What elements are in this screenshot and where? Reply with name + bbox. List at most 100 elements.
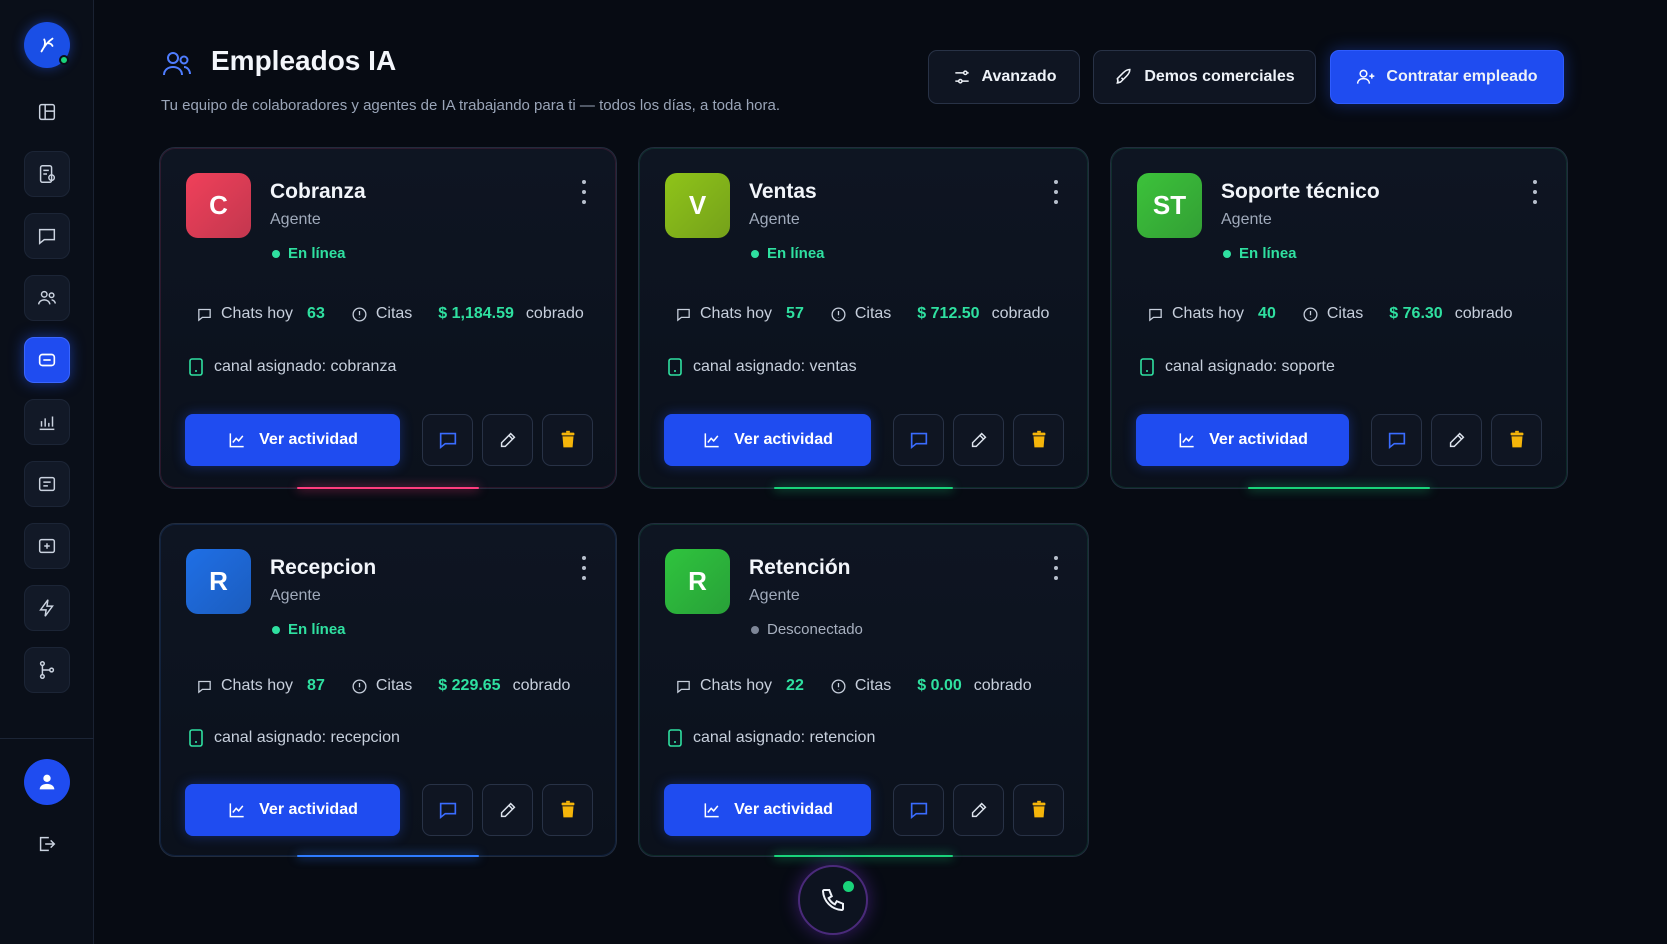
user-avatar[interactable] bbox=[24, 759, 70, 805]
card-menu-button[interactable] bbox=[1052, 180, 1060, 204]
chats-today-label: Chats hoy bbox=[1172, 305, 1245, 322]
chats-today-count: 63 bbox=[307, 305, 325, 322]
assigned-channel: canal asignado: soporte bbox=[1139, 358, 1335, 376]
nav-analytics[interactable] bbox=[24, 399, 70, 445]
nav-flows[interactable] bbox=[24, 647, 70, 693]
view-activity-button[interactable]: Ver actividad bbox=[185, 414, 400, 466]
edit-button[interactable] bbox=[953, 784, 1004, 836]
view-activity-button[interactable]: Ver actividad bbox=[664, 414, 871, 466]
appointments-label: Citas bbox=[854, 305, 892, 322]
collected-label: cobrado bbox=[973, 677, 1032, 694]
message-button[interactable] bbox=[422, 414, 473, 466]
info-circle-icon bbox=[831, 306, 846, 322]
employee-status: En línea bbox=[1223, 245, 1297, 262]
chat-icon bbox=[38, 228, 56, 245]
card-menu-button[interactable] bbox=[580, 180, 588, 204]
trash-icon bbox=[1510, 430, 1523, 448]
employee-name: Ventas bbox=[749, 180, 817, 203]
chats-today-label: Chats hoy bbox=[700, 305, 773, 322]
demos-button[interactable]: Demos comerciales bbox=[1093, 50, 1316, 104]
phone-device-icon bbox=[1140, 358, 1154, 376]
chats-today-label: Chats hoy bbox=[700, 677, 773, 694]
pencil-icon bbox=[1449, 432, 1464, 448]
status-dot bbox=[272, 249, 280, 258]
view-activity-label: Ver actividad bbox=[259, 801, 358, 818]
view-activity-button[interactable]: Ver actividad bbox=[664, 784, 871, 836]
hire-employee-button-label: Contratar empleado bbox=[1386, 68, 1538, 85]
employee-name: Soporte técnico bbox=[1221, 180, 1380, 203]
employee-avatar: ST bbox=[1137, 173, 1202, 238]
nav-dashboard[interactable] bbox=[24, 89, 70, 135]
nav-automations[interactable] bbox=[24, 585, 70, 631]
employee-stats: Chats hoy 87 Citas $ 229.65 cobrado bbox=[196, 677, 570, 695]
employee-stats: Chats hoy 63 Citas $ 1,184.59 cobrado bbox=[196, 305, 584, 323]
collected-label: cobrado bbox=[1454, 305, 1513, 322]
nav-contacts[interactable] bbox=[24, 275, 70, 321]
card-menu-button[interactable] bbox=[1531, 180, 1539, 204]
view-activity-button[interactable]: Ver actividad bbox=[185, 784, 400, 836]
info-circle-icon bbox=[352, 306, 367, 322]
assigned-channel: canal asignado: cobranza bbox=[188, 358, 396, 376]
card-menu-button[interactable] bbox=[580, 556, 588, 580]
employee-card: ST Soporte técnico Agente En línea Chats… bbox=[1110, 147, 1568, 489]
employee-status: En línea bbox=[272, 621, 346, 638]
chats-today-label: Chats hoy bbox=[221, 677, 294, 694]
call-button[interactable] bbox=[798, 865, 868, 935]
delete-button[interactable] bbox=[1491, 414, 1542, 466]
nav-add[interactable] bbox=[24, 523, 70, 569]
message-icon bbox=[439, 802, 456, 820]
sidebar bbox=[0, 0, 94, 944]
delete-button[interactable] bbox=[542, 414, 593, 466]
message-button[interactable] bbox=[1371, 414, 1422, 466]
status-dot bbox=[751, 249, 759, 258]
add-user-icon bbox=[1357, 69, 1375, 84]
delete-button[interactable] bbox=[1013, 784, 1064, 836]
message-button[interactable] bbox=[893, 784, 944, 836]
hire-employee-button[interactable]: Contratar empleado bbox=[1330, 50, 1564, 104]
card-glow bbox=[773, 487, 954, 489]
nav-reports[interactable] bbox=[24, 151, 70, 197]
logout-button[interactable] bbox=[24, 821, 70, 867]
card-glow bbox=[296, 487, 480, 489]
advanced-button-label: Avanzado bbox=[981, 68, 1057, 85]
pencil-icon bbox=[500, 432, 515, 448]
message-button[interactable] bbox=[893, 414, 944, 466]
employee-card: R Recepcion Agente En línea Chats hoy 87… bbox=[159, 523, 617, 857]
chart-line-icon bbox=[229, 803, 244, 818]
git-branch-icon bbox=[39, 661, 55, 679]
nav-templates[interactable] bbox=[24, 461, 70, 507]
channel-name: ventas bbox=[809, 358, 857, 375]
employee-role: Agente bbox=[270, 211, 321, 228]
message-icon bbox=[910, 432, 927, 450]
chart-line-icon bbox=[1179, 433, 1194, 448]
channel-name: recepcion bbox=[330, 729, 400, 746]
delete-button[interactable] bbox=[1013, 414, 1064, 466]
status-label: En línea bbox=[1239, 245, 1297, 262]
edit-button[interactable] bbox=[482, 784, 533, 836]
collected-label: cobrado bbox=[512, 677, 571, 694]
chat-bubble-icon bbox=[677, 308, 690, 321]
channel-name: cobranza bbox=[330, 358, 397, 375]
pencil-icon bbox=[500, 802, 515, 818]
nav-ai-employees[interactable] bbox=[24, 337, 70, 383]
edit-button[interactable] bbox=[953, 414, 1004, 466]
app-logo[interactable] bbox=[24, 22, 70, 68]
card-menu-button[interactable] bbox=[1052, 556, 1060, 580]
nav-chats[interactable] bbox=[24, 213, 70, 259]
chats-today-count: 40 bbox=[1258, 305, 1276, 322]
edit-button[interactable] bbox=[482, 414, 533, 466]
channel-prefix: canal asignado: bbox=[693, 729, 810, 746]
chats-today-label: Chats hoy bbox=[221, 305, 294, 322]
info-circle-icon bbox=[1303, 306, 1318, 322]
edit-button[interactable] bbox=[1431, 414, 1482, 466]
feather-logo-icon bbox=[40, 37, 54, 53]
employee-stats: Chats hoy 22 Citas $ 0.00 cobrado bbox=[675, 677, 1032, 695]
assigned-channel: canal asignado: ventas bbox=[667, 358, 857, 376]
chart-line-icon bbox=[704, 803, 719, 818]
delete-button[interactable] bbox=[542, 784, 593, 836]
advanced-button[interactable]: Avanzado bbox=[928, 50, 1080, 104]
employee-avatar: R bbox=[665, 549, 730, 614]
message-button[interactable] bbox=[422, 784, 473, 836]
info-circle-icon bbox=[352, 678, 367, 694]
view-activity-button[interactable]: Ver actividad bbox=[1136, 414, 1349, 466]
